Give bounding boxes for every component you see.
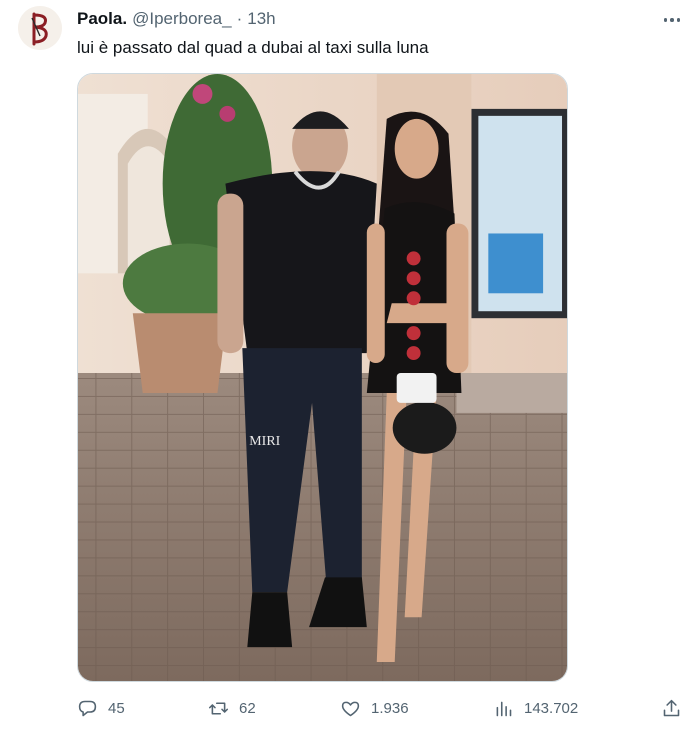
views-button[interactable]: 143.702 [493,692,578,724]
user-handle[interactable]: @Iperborea_ [132,9,232,29]
separator-dot: · [236,9,243,28]
like-button[interactable]: 1.936 [340,692,409,724]
more-options-icon[interactable] [658,8,686,32]
avatar[interactable] [18,6,62,50]
share-icon [663,699,680,716]
svg-text:MIRI: MIRI [249,434,280,449]
like-icon [341,701,360,716]
tweet-actions: 45 62 1.936 143.702 [77,692,689,724]
tweet-header: Paola. @Iperborea_ · 13h [77,9,276,31]
retweet-button[interactable]: 62 [208,692,256,724]
share-button[interactable] [661,692,682,724]
views-icon [496,701,512,716]
tweet: Paola. @Iperborea_ · 13h lui è passato d… [0,0,700,737]
views-count: 143.702 [524,699,579,717]
retweet-icon [208,701,229,715]
timestamp[interactable]: 13h [247,9,275,29]
display-name[interactable]: Paola. [77,9,127,29]
tweet-photo[interactable]: MIRI [77,73,568,682]
reply-count: 45 [108,699,125,717]
like-count: 1.936 [371,699,409,717]
reply-button[interactable]: 45 [77,692,125,724]
retweet-count: 62 [239,699,256,717]
photo-illustration: MIRI [78,74,567,681]
avatar-logo-icon [18,6,62,50]
tweet-text: lui è passato dal quad a dubai al taxi s… [77,38,429,57]
reply-icon [78,700,97,716]
